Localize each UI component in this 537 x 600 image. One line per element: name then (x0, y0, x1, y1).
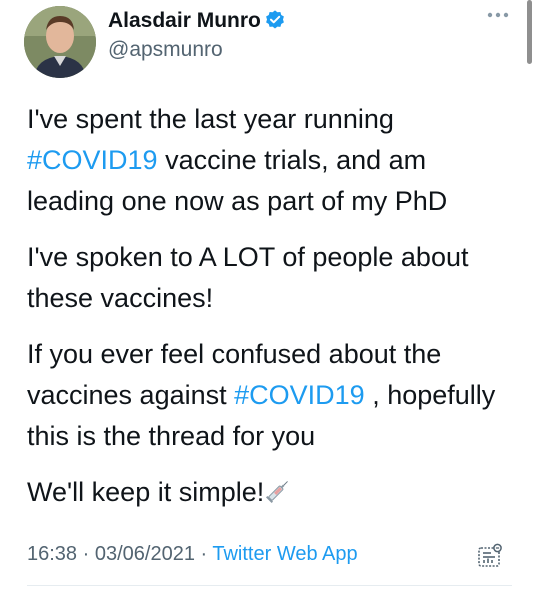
author-handle[interactable]: @apsmunro (108, 37, 223, 63)
tweet-paragraph-3: If you ever feel confused about the vacc… (27, 334, 507, 457)
meta-separator: · (77, 543, 95, 565)
tweet-paragraph-1: I've spent the last year running #COVID1… (27, 99, 507, 222)
analytics-icon[interactable] (477, 543, 503, 569)
avatar[interactable] (24, 6, 96, 78)
tweet-text: We'll keep it simple! (27, 477, 265, 507)
tweet-date[interactable]: 03/06/2021 (95, 543, 195, 565)
tweet-source-link[interactable]: Twitter Web App (212, 543, 357, 565)
verified-badge-icon (266, 10, 284, 29)
tweet-text: I've spent the last year running (27, 104, 394, 134)
author-display-name[interactable]: Alasdair Munro (108, 8, 261, 34)
divider (27, 585, 512, 586)
tweet-paragraph-2: I've spoken to A LOT of people about the… (27, 242, 469, 313)
syringe-icon (266, 481, 289, 504)
tweet-card: Alasdair Munro @apsmunro I've spent the … (0, 0, 537, 600)
tweet-meta: 16:38 · 03/06/2021 · Twitter Web App (27, 541, 358, 567)
hashtag-link[interactable]: #COVID19 (27, 145, 158, 175)
tweet-paragraph-4: We'll keep it simple! (27, 472, 507, 513)
tweet-time[interactable]: 16:38 (27, 543, 77, 565)
more-options-icon[interactable] (484, 6, 512, 24)
hashtag-link[interactable]: #COVID19 (234, 380, 365, 410)
profile-photo (24, 6, 96, 78)
meta-separator: · (194, 543, 213, 565)
scrollbar[interactable] (527, 0, 532, 64)
